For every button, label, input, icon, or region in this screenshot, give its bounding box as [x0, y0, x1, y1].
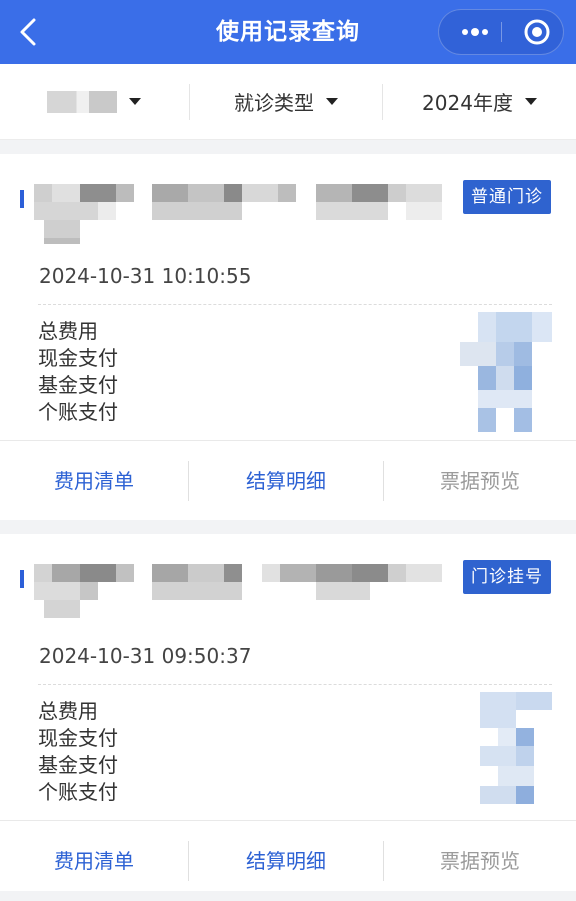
fee-label-cash: 现金支付: [38, 726, 118, 750]
filter-bar: 就诊类型 2024年度: [0, 64, 576, 140]
settlement-detail-button[interactable]: 结算明细: [189, 441, 383, 521]
hospital-name-redacted: [34, 564, 444, 626]
capsule-divider: [501, 22, 502, 42]
record-actions: 费用清单 结算明细 票据预览: [0, 820, 576, 901]
year-filter[interactable]: 2024年度: [383, 64, 576, 139]
nav-header: 使用记录查询: [0, 0, 576, 64]
visit-datetime: 2024-10-31 09:50:37: [39, 644, 252, 668]
hospital-name-redacted: [34, 184, 444, 246]
title-accent-bar: [20, 190, 24, 208]
visit-type-tag: 普通门诊: [463, 180, 551, 214]
fee-label-fund: 基金支付: [38, 753, 118, 777]
fee-amounts-redacted: [480, 692, 552, 804]
more-dots-icon: [462, 28, 488, 36]
fee-label-account: 个账支付: [38, 400, 118, 424]
dashed-divider: [38, 304, 552, 305]
more-button[interactable]: [453, 10, 497, 54]
caret-down-icon: [326, 98, 338, 105]
visit-type-label: 就诊类型: [234, 91, 314, 115]
caret-down-icon: [129, 98, 141, 105]
fee-amounts-redacted: [460, 312, 552, 432]
invoice-preview-button[interactable]: 票据预览: [384, 441, 576, 521]
record-card: 门诊挂号 2024-10-31 09:50:37 总费用 现金支付 基金支付 个…: [0, 534, 576, 891]
visit-type-tag: 门诊挂号: [463, 560, 551, 594]
record-card: 普通门诊 2024-10-31 10:10:55 总费用 现金支付 基金支付 个…: [0, 154, 576, 520]
fee-label-total: 总费用: [38, 699, 98, 723]
record-actions: 费用清单 结算明细 票据预览: [0, 440, 576, 521]
visit-type-filter[interactable]: 就诊类型: [190, 64, 382, 139]
target-icon: [524, 19, 550, 45]
settlement-detail-button[interactable]: 结算明细: [189, 821, 383, 901]
year-label: 2024年度: [422, 91, 513, 115]
fee-label-total: 总费用: [38, 319, 98, 343]
close-mini-program-button[interactable]: [515, 10, 559, 54]
fee-label-account: 个账支付: [38, 780, 118, 804]
fee-list-button[interactable]: 费用清单: [0, 441, 188, 521]
fee-list-button[interactable]: 费用清单: [0, 821, 188, 901]
patient-filter[interactable]: [0, 64, 188, 139]
patient-name-redacted: [47, 90, 117, 113]
mini-program-capsule: [438, 9, 564, 55]
fee-label-cash: 现金支付: [38, 346, 118, 370]
caret-down-icon: [524, 98, 537, 105]
fee-label-fund: 基金支付: [38, 373, 118, 397]
dashed-divider: [38, 684, 552, 685]
title-accent-bar: [20, 570, 24, 588]
visit-datetime: 2024-10-31 10:10:55: [39, 264, 252, 288]
invoice-preview-button[interactable]: 票据预览: [384, 821, 576, 901]
